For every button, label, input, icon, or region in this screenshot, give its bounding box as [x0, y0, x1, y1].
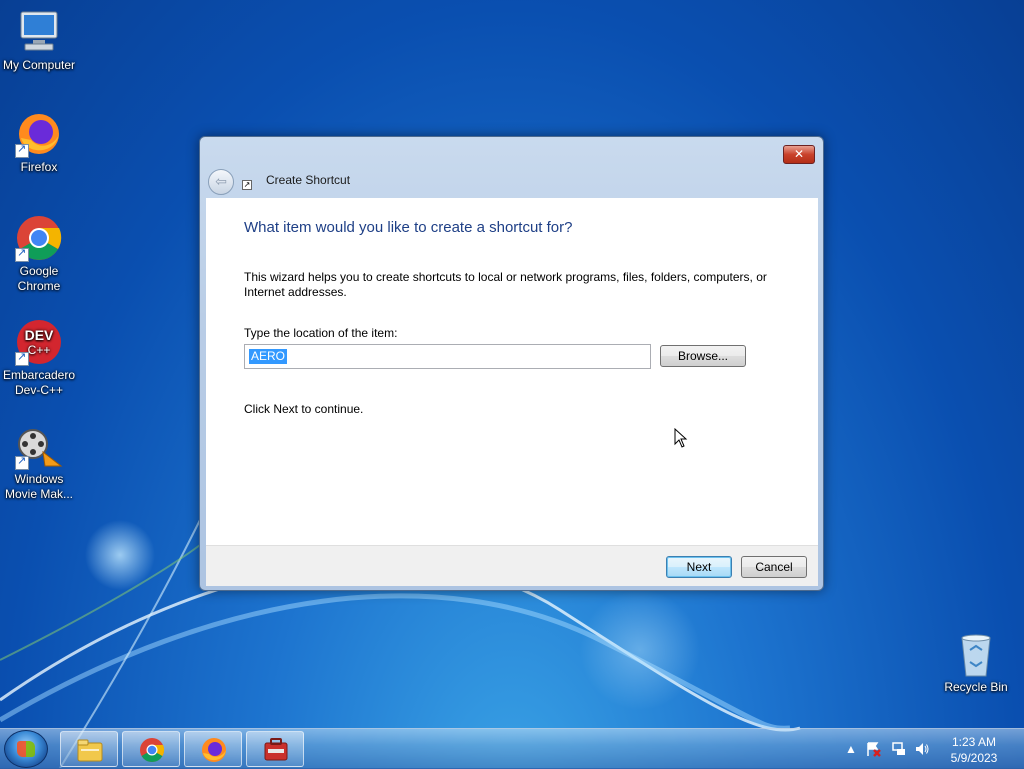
shortcut-arrow-icon: [15, 454, 29, 470]
svg-text:DEV: DEV: [25, 327, 54, 343]
location-value: AERO: [249, 349, 288, 364]
taskbar-chrome[interactable]: [122, 731, 180, 767]
chrome-icon: [140, 738, 165, 763]
shortcut-arrow-icon: [15, 350, 29, 366]
next-button[interactable]: Next: [666, 556, 732, 578]
action-center-icon[interactable]: [866, 741, 882, 757]
location-input[interactable]: [244, 344, 651, 369]
dialog-title: Create Shortcut: [266, 173, 351, 187]
desktop-icon-chrome[interactable]: Google Chrome: [0, 214, 78, 294]
mouse-cursor-icon: [674, 428, 688, 448]
computer-icon: [15, 8, 63, 56]
network-icon[interactable]: [891, 741, 907, 757]
clock-time: 1:23 AM: [951, 735, 997, 749]
desktop-icon-label: Windows Movie Mak...: [4, 472, 73, 501]
show-hidden-icons[interactable]: ▲: [843, 741, 859, 757]
shortcut-icon: ↗: [242, 180, 252, 190]
desktop-icon-label: Google Chrome: [17, 264, 61, 293]
clock-date: 5/9/2023: [950, 751, 998, 765]
dialog-footer: Next Cancel: [206, 545, 818, 586]
desktop-icon-movie-maker[interactable]: Windows Movie Mak...: [0, 422, 78, 502]
shortcut-arrow-icon: [15, 246, 29, 262]
svg-text:C++: C++: [28, 343, 51, 357]
taskbar-clock[interactable]: 1:23 AM 5/9/2023: [934, 734, 1014, 766]
control-panel-icon: [264, 738, 288, 761]
location-label: Type the location of the item:: [244, 326, 398, 340]
page-heading: What item would you like to create a sho…: [244, 219, 573, 236]
desktop-icon-label: Embarcadero Dev-C++: [2, 368, 76, 397]
firefox-icon: [15, 110, 63, 158]
browse-button[interactable]: Browse...: [660, 345, 746, 367]
windows-explorer-icon: [77, 739, 103, 762]
start-button[interactable]: [4, 730, 48, 768]
firefox-icon: [202, 738, 226, 762]
close-button[interactable]: ✕: [783, 145, 815, 164]
taskbar: ▲ 1:23 AM 5/9/2023: [0, 728, 1024, 769]
desktop-icon-label: Recycle Bin: [944, 680, 1008, 694]
dialog-content: What item would you like to create a sho…: [206, 198, 818, 545]
shortcut-arrow-icon: [15, 142, 29, 158]
desktop-icon-recycle-bin[interactable]: Recycle Bin: [937, 630, 1015, 695]
devcpp-icon: DEV C++: [15, 318, 63, 366]
desktop-icon-label: Firefox: [20, 160, 58, 174]
desktop-icon-my-computer[interactable]: My Computer: [0, 8, 78, 73]
recycle-bin-icon: [952, 630, 1000, 678]
volume-icon[interactable]: [914, 741, 930, 757]
chrome-icon: [15, 214, 63, 262]
create-shortcut-dialog: ✕ ⇦ ↗ Create Shortcut What item would yo…: [199, 136, 824, 591]
desktop-icon-label: My Computer: [2, 58, 76, 72]
taskbar-control-panel[interactable]: [246, 731, 304, 767]
desktop-icon-firefox[interactable]: Firefox: [0, 110, 78, 175]
wizard-description: This wizard helps you to create shortcut…: [244, 270, 767, 299]
back-arrow-icon[interactable]: ⇦: [208, 169, 234, 195]
dialog-titlebar: ⇦ ↗ Create Shortcut: [208, 167, 808, 195]
taskbar-firefox[interactable]: [184, 731, 242, 767]
desktop-icon-devcpp[interactable]: DEV C++ Embarcadero Dev-C++: [0, 318, 78, 398]
movie-maker-icon: [15, 422, 63, 470]
taskbar-windows-explorer[interactable]: [60, 731, 118, 767]
cancel-button[interactable]: Cancel: [741, 556, 807, 578]
continue-hint: Click Next to continue.: [244, 402, 364, 416]
